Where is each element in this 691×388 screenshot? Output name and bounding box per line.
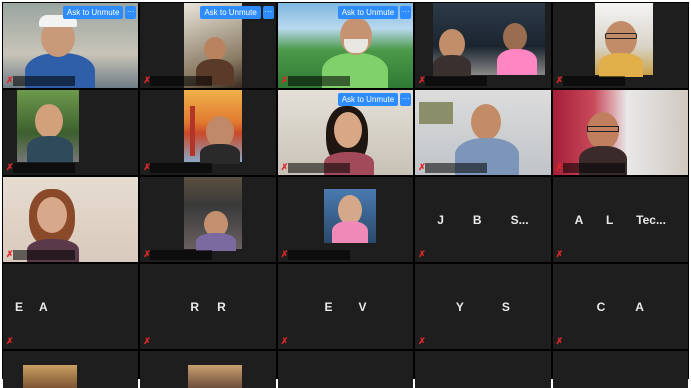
participant-tile[interactable] [552,351,688,388]
name-initial: L [606,212,614,227]
participant-tile[interactable]: Ask to Unmute ··· ✗ [277,90,414,175]
muted-mic-icon: ✗ [555,336,564,346]
participant-tile[interactable]: ✗ [140,177,276,262]
participant-tile[interactable] [277,351,414,388]
name-label [150,76,213,86]
name-label [562,163,625,173]
participant-tile[interactable]: ✗ [415,90,551,175]
name-initial: S... [510,212,529,227]
muted-mic-icon: ✗ [6,162,14,172]
participant-name-initials: E V [278,300,413,314]
name-label [562,76,625,86]
name-label [425,76,488,86]
name-label [425,163,488,173]
muted-mic-icon: ✗ [143,75,151,85]
participant-tile[interactable]: ✗ [415,3,551,88]
name-initial: Y [455,299,464,314]
participant-video [23,365,77,388]
more-options-icon[interactable]: ··· [400,93,412,106]
participant-tile[interactable]: E A ✗ [3,264,139,349]
participant-name-initials: E A [3,300,138,314]
muted-mic-icon: ✗ [280,162,289,172]
participant-name-initials: J B S... [415,213,550,227]
ask-to-unmute-button[interactable]: Ask to Unmute [337,93,399,106]
name-label [13,250,75,260]
participant-tile[interactable]: Ask to Unmute ··· ✗ [277,3,414,88]
name-label [287,250,350,260]
name-initial: C [596,299,606,314]
muted-mic-icon: ✗ [418,162,426,172]
name-initial: E [324,299,333,314]
participant-tile[interactable] [3,351,139,388]
name-initial: A [39,299,48,314]
participant-tile[interactable]: E V ✗ [277,264,414,349]
participant-tile[interactable]: Y S ✗ [415,264,551,349]
participant-tile[interactable]: A L Tec... ✗ [552,177,688,262]
participant-tile[interactable]: C A ✗ [552,264,688,349]
participant-tile[interactable]: R R ✗ [140,264,276,349]
name-label [13,163,75,173]
participant-tile[interactable]: Ask to Unmute ··· ✗ [3,3,139,88]
name-initial: J [437,212,444,227]
participant-tile[interactable]: ✗ [3,177,139,262]
more-options-icon[interactable]: ··· [125,6,137,19]
muted-mic-icon: ✗ [6,75,14,85]
participant-tile[interactable]: ✗ [3,90,139,175]
name-initial: A [574,212,584,227]
muted-mic-icon: ✗ [280,249,289,259]
muted-mic-icon: ✗ [418,336,426,346]
participant-tile[interactable]: ✗ [140,90,276,175]
name-initial: E [15,299,24,314]
muted-mic-icon: ✗ [418,75,426,85]
participant-tile[interactable] [140,351,276,388]
name-initial: V [358,299,367,314]
participant-video [419,102,454,124]
muted-mic-icon: ✗ [6,249,14,259]
participant-name-initials: A L Tec... [553,213,688,227]
name-initial: S [501,299,510,314]
participant-name-initials: Y S [415,300,550,314]
muted-mic-icon: ✗ [280,75,289,85]
more-options-icon[interactable]: ··· [262,6,274,19]
muted-mic-icon: ✗ [143,249,151,259]
participant-name-initials: C A [553,300,688,314]
participant-tile[interactable]: ✗ [552,90,688,175]
name-label [150,250,213,260]
muted-mic-icon: ✗ [555,75,564,85]
muted-mic-icon: ✗ [6,336,14,346]
name-label [287,76,350,86]
name-initial: Tec... [636,212,666,227]
muted-mic-icon: ✗ [280,336,289,346]
muted-mic-icon: ✗ [555,162,564,172]
participant-video [188,365,243,388]
participant-tile[interactable]: Ask to Unmute ··· ✗ [140,3,276,88]
ask-to-unmute-button[interactable]: Ask to Unmute [200,6,261,19]
name-label [13,76,75,86]
more-options-icon[interactable]: ··· [400,6,412,19]
participant-tile[interactable] [415,351,551,388]
ask-to-unmute-button[interactable]: Ask to Unmute [337,6,399,19]
muted-mic-icon: ✗ [143,336,151,346]
muted-mic-icon: ✗ [143,162,151,172]
name-initial: R [217,299,226,314]
ask-to-unmute-button[interactable]: Ask to Unmute [62,6,124,19]
participant-tile[interactable]: ✗ [552,3,688,88]
participant-tile[interactable]: ✗ [277,177,414,262]
muted-mic-icon: ✗ [418,249,426,259]
participant-tile[interactable]: J B S... ✗ [415,177,551,262]
video-gallery: Ask to Unmute ··· ✗ Ask to Unmute ··· ✗ … [2,2,689,388]
name-initial: B [472,212,482,227]
name-initial: R [190,299,200,314]
muted-mic-icon: ✗ [555,249,564,259]
name-label [287,163,350,173]
name-label [150,163,213,173]
participant-name-initials: R R [140,300,275,314]
name-initial: A [635,299,644,314]
